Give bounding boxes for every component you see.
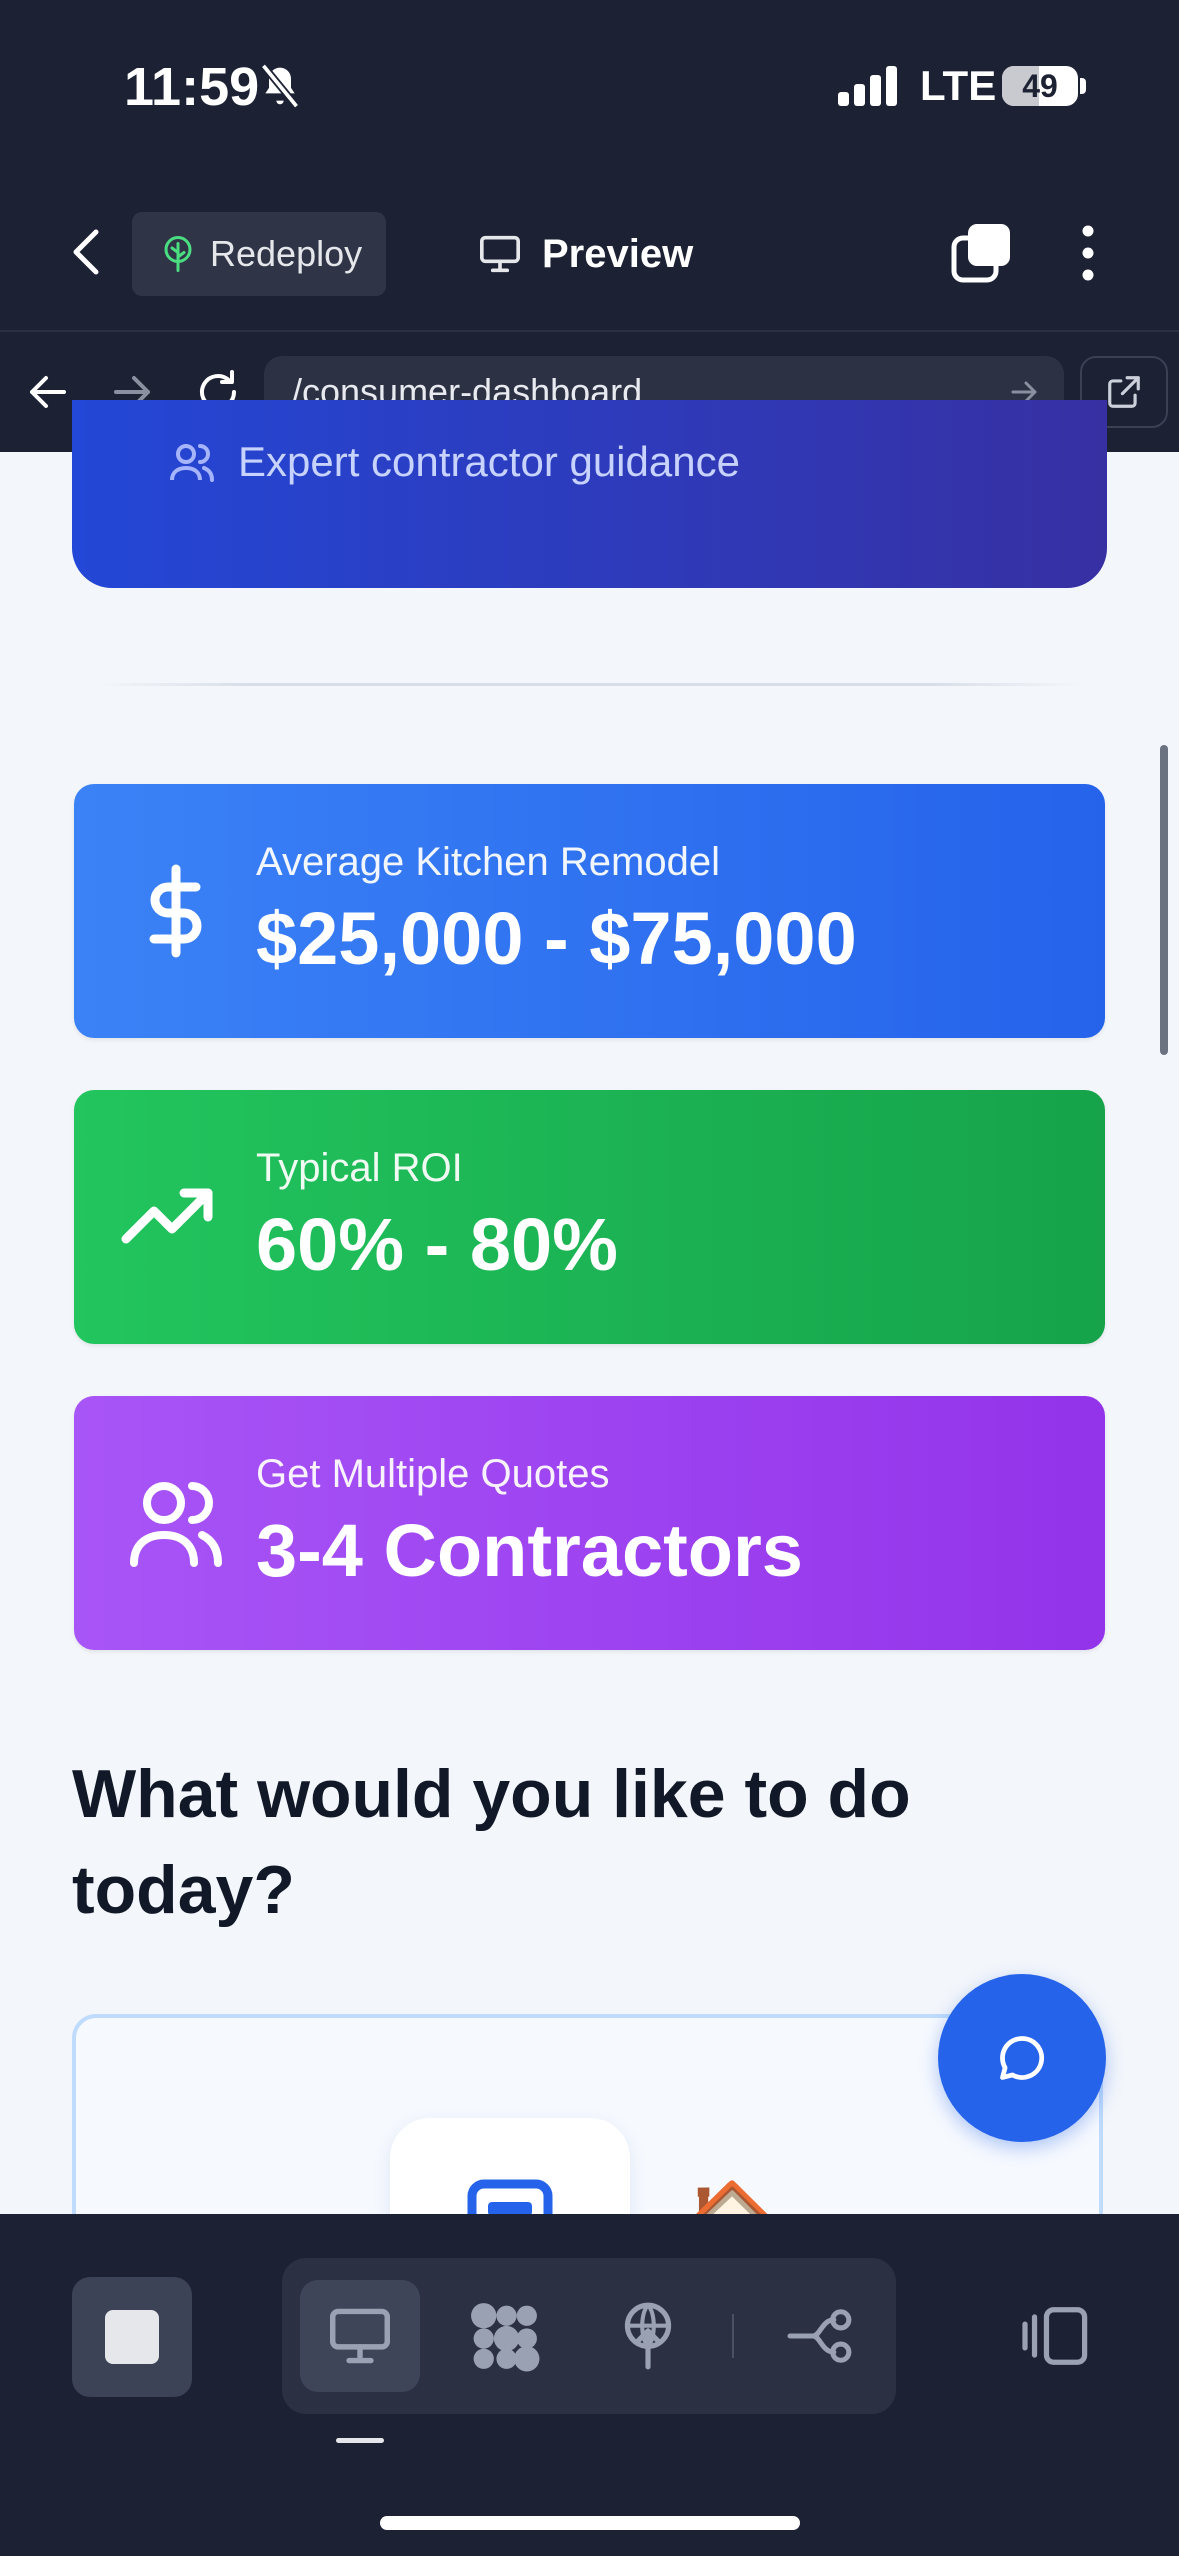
stat-label: Get Multiple Quotes <box>256 1452 610 1496</box>
design-mode-button[interactable] <box>444 2280 564 2392</box>
back-chevron-icon[interactable] <box>62 220 112 284</box>
chat-bubble-icon <box>1000 2036 1045 2080</box>
stat-value: 3-4 Contractors <box>256 1509 803 1592</box>
signal-icon <box>838 66 897 106</box>
panel-toggle-button[interactable] <box>1000 2280 1112 2392</box>
deploy-mode-button[interactable] <box>588 2280 708 2392</box>
stat-card-roi[interactable]: Typical ROI 60% - 80% <box>74 1090 1105 1344</box>
stat-value: 60% - 80% <box>256 1203 618 1286</box>
preview-mode-button[interactable] <box>300 2280 420 2392</box>
active-mode-indicator <box>336 2438 384 2443</box>
stat-label: Average Kitchen Remodel <box>256 840 720 884</box>
deploy-globe-icon <box>624 2302 672 2370</box>
stat-card-kitchen-cost[interactable]: Average Kitchen Remodel $25,000 - $75,00… <box>74 784 1105 1038</box>
monitor-icon <box>330 2308 390 2364</box>
scrollbar-thumb[interactable] <box>1160 745 1168 1055</box>
redeploy-label: Redeploy <box>210 233 363 274</box>
design-grid-icon <box>471 2303 540 2372</box>
more-vertical-icon[interactable] <box>1068 222 1108 284</box>
redeploy-button[interactable]: Redeploy <box>132 212 386 296</box>
chat-button[interactable] <box>938 1974 1106 2142</box>
workflow-mode-button[interactable] <box>760 2280 880 2392</box>
tabs-icon[interactable] <box>950 222 1012 284</box>
battery-percent: 49 <box>1022 68 1058 104</box>
stat-label: Typical ROI <box>256 1146 463 1190</box>
status-time: 11:59 <box>124 57 260 117</box>
deploy-tree-icon <box>164 236 192 272</box>
preview-label: Preview <box>542 231 694 276</box>
dollar-icon <box>149 864 202 958</box>
network-type: LTE <box>920 62 997 109</box>
monitor-icon <box>480 235 520 273</box>
stop-icon <box>105 2310 159 2364</box>
home-indicator[interactable] <box>380 2516 800 2530</box>
workflow-icon <box>787 2309 852 2363</box>
side-panel-icon <box>1022 2307 1088 2365</box>
section-heading: What would you like to do today? <box>72 1756 911 1928</box>
stat-card-quotes[interactable]: Get Multiple Quotes 3-4 Contractors <box>74 1396 1105 1650</box>
bell-off-icon <box>260 63 300 109</box>
battery-indicator: 49 <box>1002 66 1078 106</box>
toolbar-mask <box>0 330 1179 452</box>
preview-button[interactable]: Preview <box>478 218 693 290</box>
users-icon <box>130 1482 222 1567</box>
battery-nub <box>1080 78 1086 94</box>
trending-up-icon <box>121 1188 213 1244</box>
stat-value: $25,000 - $75,000 <box>256 897 857 980</box>
mode-divider <box>732 2314 734 2358</box>
stop-button[interactable] <box>72 2277 192 2397</box>
section-divider <box>100 683 1080 686</box>
